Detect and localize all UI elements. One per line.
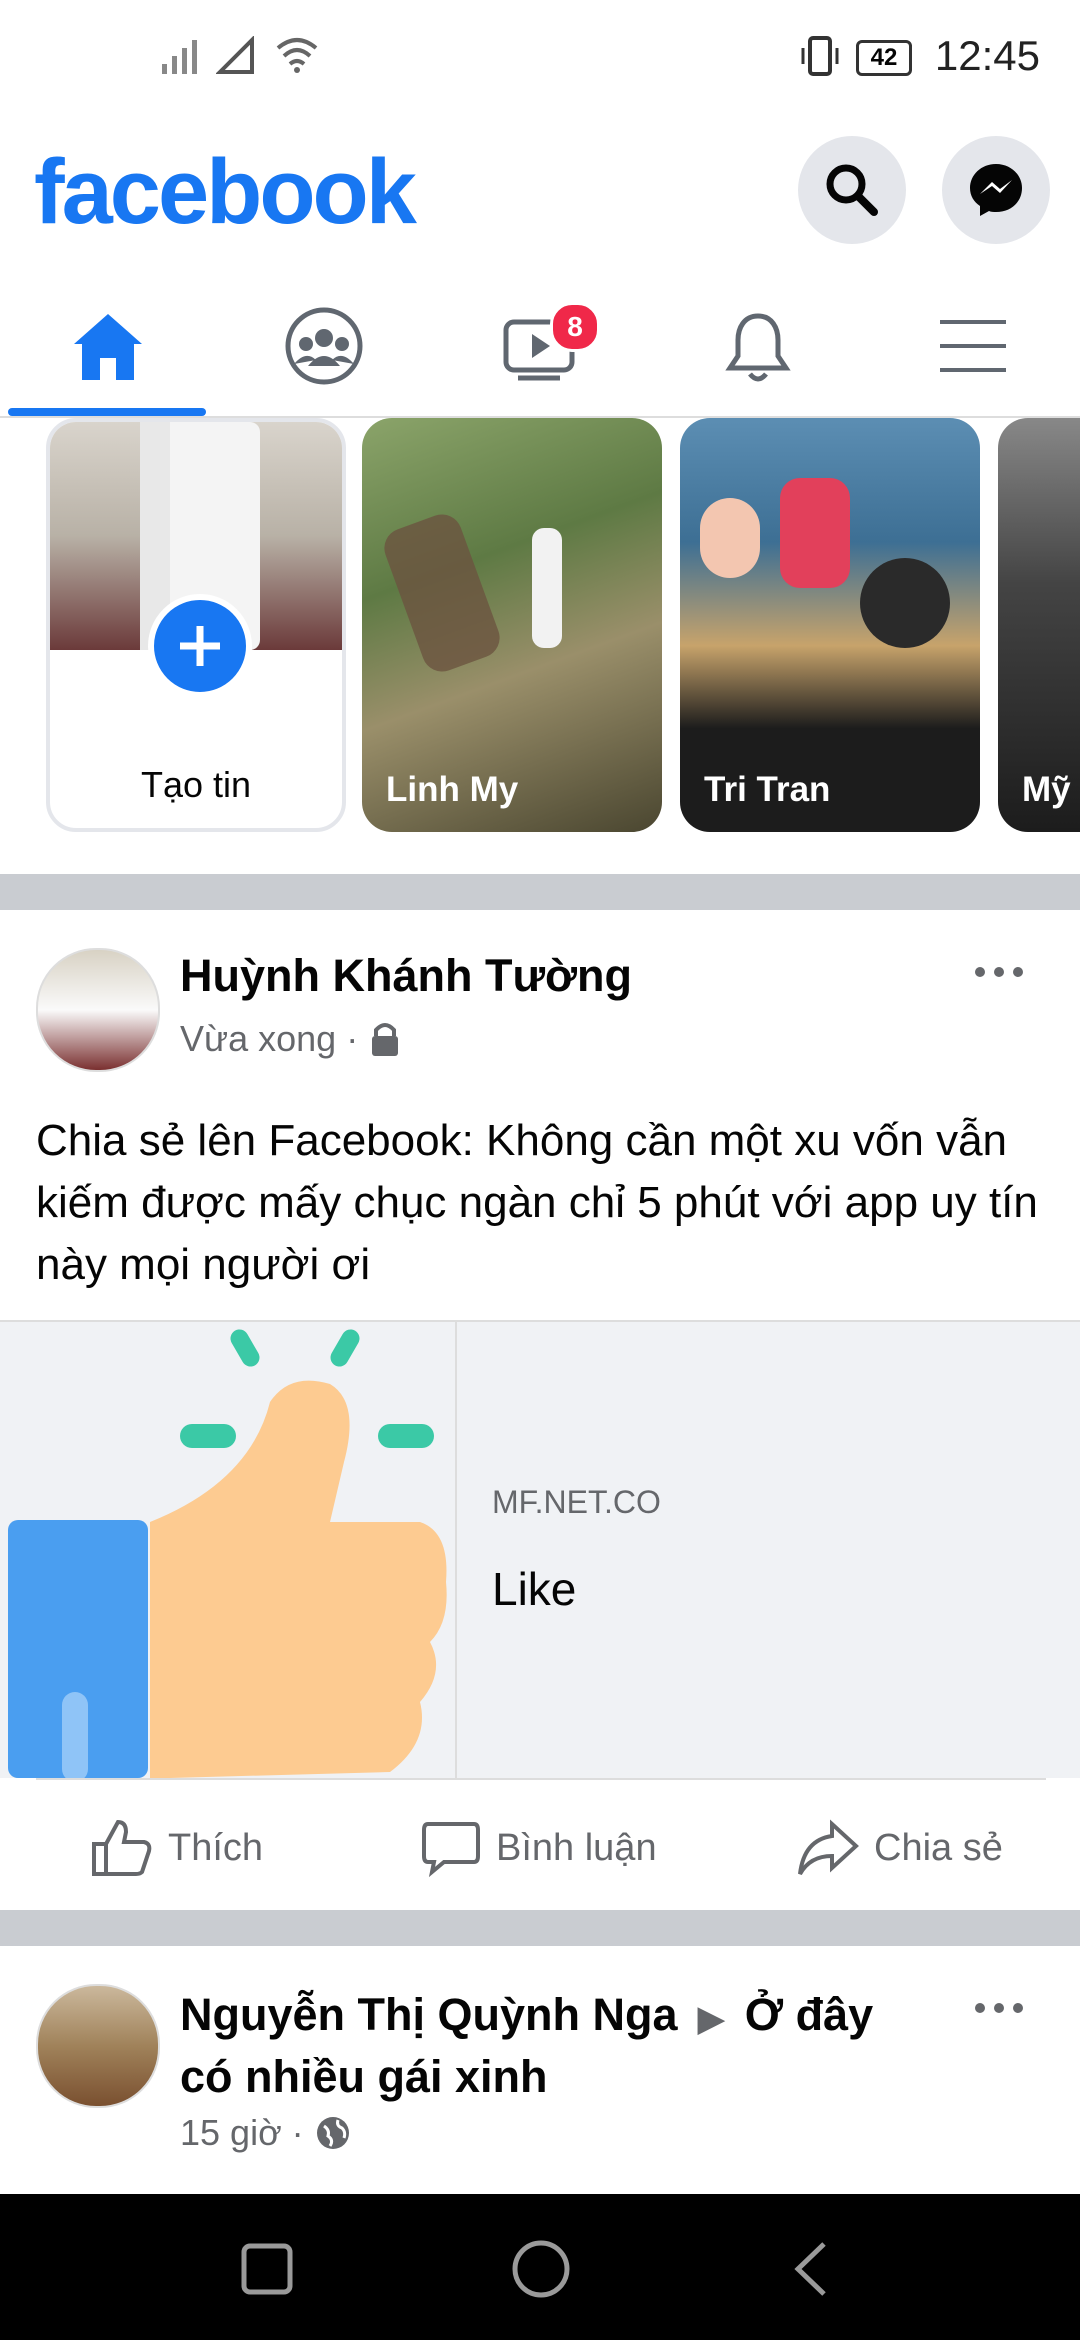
post-text: Chia sẻ lên Facebook: Không cần một xu v… bbox=[36, 1116, 1038, 1289]
caret-right-icon: ▶ bbox=[698, 2000, 725, 2038]
story-card[interactable]: Linh My bbox=[362, 418, 662, 832]
more-options-icon[interactable] bbox=[972, 960, 1026, 984]
post-meta: 15 giờ · bbox=[180, 2112, 352, 2154]
lock-icon bbox=[372, 1023, 399, 1056]
create-story-card[interactable]: Tạo tin bbox=[46, 418, 346, 832]
avatar[interactable] bbox=[36, 1984, 160, 2108]
messenger-icon bbox=[970, 164, 1022, 216]
feed-separator bbox=[0, 874, 1080, 910]
like-label: Thích bbox=[168, 1826, 264, 1869]
post-time[interactable]: 15 giờ bbox=[180, 2112, 282, 2154]
back-icon[interactable] bbox=[786, 2240, 836, 2298]
thumbs-up-icon bbox=[92, 1819, 152, 1876]
watch-badge: 8 bbox=[550, 302, 600, 352]
post-author[interactable]: Nguyễn Thị Quỳnh Nga bbox=[180, 1989, 678, 2040]
active-tab-indicator bbox=[8, 408, 206, 416]
comment-icon bbox=[422, 1822, 480, 1878]
post-time[interactable]: Vừa xong bbox=[180, 1018, 336, 1060]
search-icon bbox=[826, 164, 878, 216]
post-meta: Vừa xong · bbox=[180, 1018, 402, 1060]
groups-icon bbox=[285, 307, 363, 385]
clock: 12:45 bbox=[934, 32, 1040, 79]
system-nav-bar bbox=[0, 2194, 1080, 2340]
story-card[interactable]: Mỹ bbox=[998, 418, 1080, 832]
link-preview[interactable]: MF.NET.CO Like bbox=[0, 1322, 1080, 1778]
recents-icon[interactable] bbox=[240, 2242, 294, 2296]
add-story-button[interactable] bbox=[148, 594, 252, 698]
comment-button[interactable]: Bình luận bbox=[420, 1818, 657, 1878]
battery-indicator: 42 bbox=[856, 40, 912, 76]
tab-home[interactable] bbox=[38, 288, 178, 408]
vibrate-icon bbox=[801, 36, 839, 76]
facebook-logo[interactable]: facebook bbox=[34, 140, 417, 245]
thumbs-up-icon bbox=[8, 1329, 447, 1778]
more-options-icon[interactable] bbox=[972, 1996, 1026, 2020]
tab-notifications[interactable] bbox=[688, 288, 828, 408]
share-button[interactable]: Chia sẻ bbox=[796, 1818, 1003, 1878]
tab-watch[interactable]: 8 bbox=[470, 288, 610, 408]
link-domain: MF.NET.CO bbox=[492, 1484, 661, 1520]
menu-icon bbox=[940, 320, 1006, 372]
story-author: Linh My bbox=[386, 770, 519, 809]
actions-divider bbox=[36, 1778, 1046, 1780]
comment-label: Bình luận bbox=[496, 1826, 657, 1869]
post-header: Nguyễn Thị Quỳnh Nga ▶ Ở đây có nhiều gá… bbox=[180, 1986, 920, 2106]
story-author: Mỹ bbox=[1022, 770, 1071, 809]
status-bar: 42 12:45 bbox=[0, 0, 1080, 120]
signal-empty-icon bbox=[216, 36, 254, 74]
messenger-button[interactable] bbox=[942, 136, 1050, 244]
tab-groups[interactable] bbox=[254, 288, 394, 408]
share-label: Chia sẻ bbox=[874, 1826, 1003, 1869]
home-button-icon[interactable] bbox=[510, 2238, 572, 2300]
story-card[interactable]: Tri Tran bbox=[680, 418, 980, 832]
like-button[interactable]: Thích bbox=[90, 1818, 263, 1878]
signal-icon bbox=[162, 40, 197, 74]
home-icon bbox=[74, 314, 142, 380]
globe-icon bbox=[316, 2117, 349, 2149]
tab-menu[interactable] bbox=[904, 288, 1044, 408]
bell-icon bbox=[725, 313, 791, 382]
wifi-icon bbox=[276, 38, 318, 73]
post-author[interactable]: Huỳnh Khánh Tường bbox=[180, 950, 632, 1002]
feed-separator bbox=[0, 1910, 1080, 1946]
link-title: Like bbox=[492, 1563, 577, 1615]
plus-icon bbox=[180, 626, 220, 666]
story-author: Tri Tran bbox=[704, 770, 831, 809]
avatar[interactable] bbox=[36, 948, 160, 1072]
create-story-label: Tạo tin bbox=[140, 764, 252, 805]
share-icon bbox=[798, 1819, 859, 1876]
search-button[interactable] bbox=[798, 136, 906, 244]
